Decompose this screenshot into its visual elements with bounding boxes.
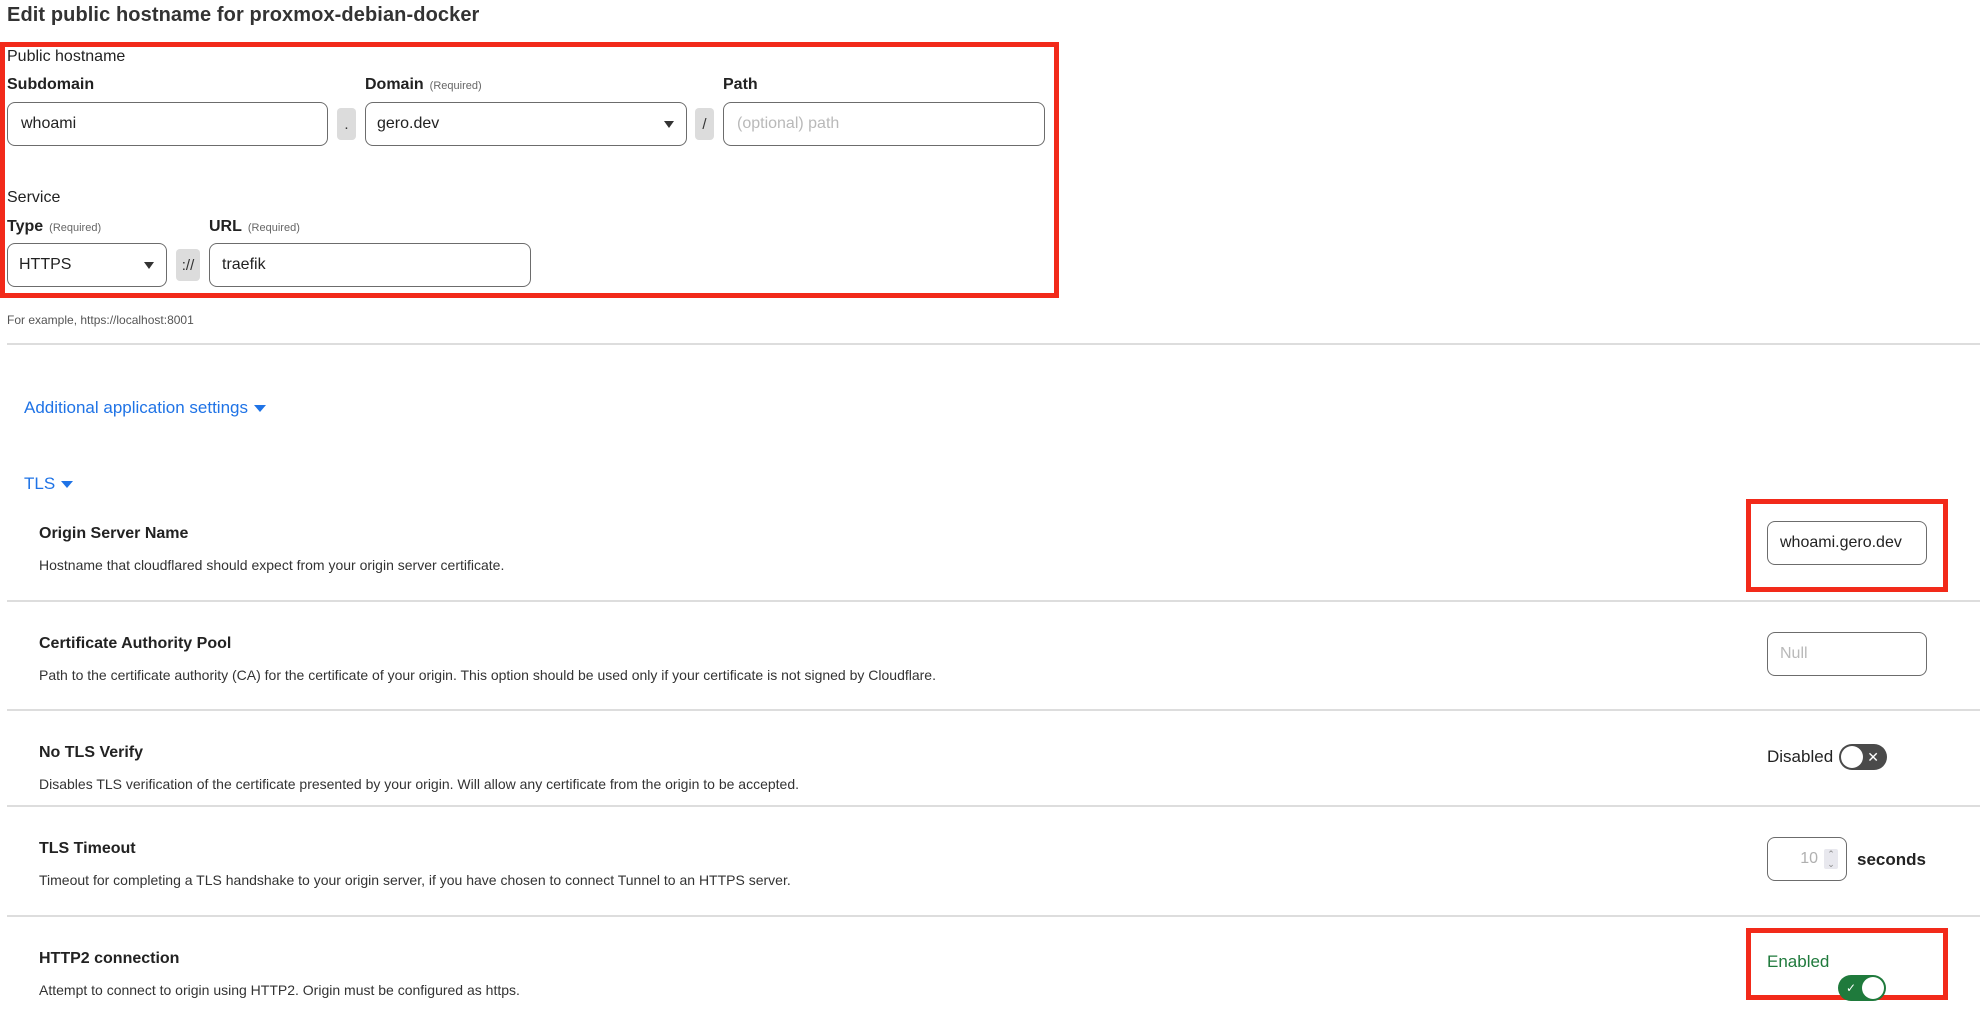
divider: [7, 915, 1980, 917]
domain-required-hint: (Required): [429, 80, 482, 92]
check-icon: ✓: [1846, 981, 1857, 995]
http2-state: Enabled: [1767, 952, 1830, 971]
domain-select-value: gero.dev: [377, 115, 440, 132]
tls-timeout-value: 10: [1800, 850, 1818, 867]
type-label: Type (Required): [7, 218, 101, 236]
url-label: URL (Required): [209, 218, 300, 236]
subdomain-label: Subdomain: [7, 76, 94, 94]
http2-title: HTTP2 connection: [39, 950, 180, 967]
tls-timeout-unit: seconds: [1857, 850, 1926, 869]
tls-label: TLS: [24, 474, 56, 493]
toggle-knob: [1841, 746, 1863, 768]
no-tls-verify-state: Disabled: [1767, 747, 1834, 766]
toggle-knob: [1862, 977, 1884, 999]
slash-separator: /: [695, 108, 714, 140]
caret-down-icon: [253, 404, 266, 412]
page-title: Edit public hostname for proxmox-debian-…: [7, 4, 480, 26]
divider: [7, 709, 1980, 711]
chevron-down-icon: [144, 262, 154, 269]
close-icon: ✕: [1867, 749, 1879, 765]
origin-server-name-title: Origin Server Name: [39, 525, 189, 542]
http2-description: Attempt to connect to origin using HTTP2…: [39, 982, 520, 998]
path-label: Path: [723, 76, 758, 94]
no-tls-verify-description: Disables TLS verification of the certifi…: [39, 776, 799, 792]
domain-label: Domain (Required): [365, 76, 482, 94]
no-tls-verify-title: No TLS Verify: [39, 744, 144, 761]
type-required-hint: (Required): [49, 222, 102, 234]
stepper-arrows-icon[interactable]: ⌃ ⌄: [1824, 849, 1838, 869]
domain-label-text: Domain: [365, 76, 424, 93]
caret-down-icon: [61, 480, 74, 488]
service-label: Service: [7, 189, 61, 206]
subdomain-input[interactable]: whoami: [7, 102, 328, 146]
ca-pool-description: Path to the certificate authority (CA) f…: [39, 667, 936, 683]
tls-timeout-description: Timeout for completing a TLS handshake t…: [39, 872, 791, 888]
service-type-select[interactable]: HTTPS: [7, 243, 167, 287]
ca-pool-title: Certificate Authority Pool: [39, 635, 232, 652]
http2-toggle[interactable]: ✓: [1838, 975, 1886, 1001]
domain-select[interactable]: gero.dev: [365, 102, 687, 146]
origin-server-name-input[interactable]: whoami.gero.dev: [1767, 521, 1927, 565]
service-url-hint: For example, https://localhost:8001: [7, 313, 194, 327]
url-required-hint: (Required): [247, 222, 300, 234]
tls-timeout-title: TLS Timeout: [39, 840, 136, 857]
divider: [7, 343, 1980, 345]
divider: [7, 600, 1980, 602]
no-tls-verify-toggle[interactable]: ✕: [1839, 744, 1887, 770]
chevron-down-icon: [664, 121, 674, 128]
path-input[interactable]: (optional) path: [723, 102, 1045, 146]
service-type-value: HTTPS: [19, 256, 72, 273]
path-label-text: Path: [723, 76, 758, 93]
additional-settings-label: Additional application settings: [24, 398, 248, 417]
public-hostname-label: Public hostname: [7, 48, 126, 65]
scheme-separator: ://: [176, 249, 200, 281]
tls-toggle[interactable]: TLS: [24, 474, 74, 494]
service-url-input[interactable]: traefik: [209, 243, 531, 287]
additional-settings-toggle[interactable]: Additional application settings: [24, 398, 266, 418]
divider: [7, 805, 1980, 807]
subdomain-label-text: Subdomain: [7, 76, 95, 93]
dot-separator: .: [337, 108, 356, 140]
origin-server-name-description: Hostname that cloudflared should expect …: [39, 557, 505, 573]
tls-timeout-input[interactable]: 10 ⌃ ⌄: [1767, 837, 1847, 881]
type-label-text: Type: [7, 218, 44, 235]
url-label-text: URL: [209, 218, 242, 235]
ca-pool-input[interactable]: Null: [1767, 632, 1927, 676]
